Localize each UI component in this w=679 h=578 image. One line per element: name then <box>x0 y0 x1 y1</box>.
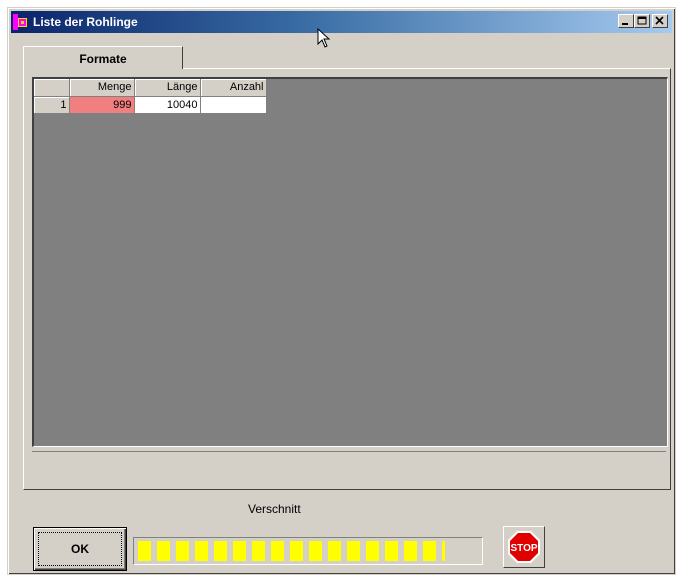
app-icon <box>13 14 29 30</box>
close-button[interactable] <box>652 14 668 28</box>
column-header-anzahl[interactable]: Anzahl <box>200 79 267 97</box>
progress-segment <box>252 541 265 561</box>
ok-button[interactable]: OK <box>33 527 127 571</box>
progress-segment <box>138 541 151 561</box>
data-grid[interactable]: Menge Länge Anzahl 1 999 10040 <box>32 77 668 447</box>
row-index-cell[interactable]: 1 <box>34 96 70 114</box>
cell-laenge[interactable]: 10040 <box>134 96 201 114</box>
stop-sign-text: STOP <box>510 543 537 554</box>
progress-segment <box>157 541 170 561</box>
column-header-laenge[interactable]: Länge <box>134 79 201 97</box>
grid-table: Menge Länge Anzahl 1 999 10040 <box>34 79 267 114</box>
progress-segment <box>347 541 360 561</box>
progress-segment <box>442 541 445 561</box>
grid-corner-cell <box>34 79 70 97</box>
main-window: Liste der Rohlinge Formate Menge Länge A… <box>7 7 676 575</box>
progress-segment <box>328 541 341 561</box>
verschnitt-label: Verschnitt <box>248 502 301 516</box>
progress-segment <box>423 541 436 561</box>
window-title: Liste der Rohlinge <box>33 15 138 29</box>
stop-sign-icon: STOP <box>508 531 540 563</box>
progress-segment <box>233 541 246 561</box>
cell-anzahl[interactable] <box>200 96 267 114</box>
grid-header-row: Menge Länge Anzahl <box>34 79 267 97</box>
progress-segment <box>195 541 208 561</box>
progress-segment <box>385 541 398 561</box>
verschnitt-progress-bar <box>133 537 483 565</box>
progress-segment <box>309 541 322 561</box>
stop-button[interactable]: STOP <box>503 526 545 568</box>
title-bar[interactable]: Liste der Rohlinge <box>11 11 672 33</box>
tab-panel: Menge Länge Anzahl 1 999 10040 <box>23 68 671 490</box>
minimize-icon <box>622 23 628 25</box>
maximize-button[interactable] <box>634 14 650 28</box>
tab-formate[interactable]: Formate <box>23 46 183 69</box>
progress-segment <box>176 541 189 561</box>
progress-segment <box>214 541 227 561</box>
table-row: 1 999 10040 <box>34 96 267 114</box>
mouse-cursor-icon <box>317 28 331 48</box>
cell-menge[interactable]: 999 <box>69 96 135 114</box>
progress-segment <box>271 541 284 561</box>
maximize-icon <box>637 16 647 25</box>
ok-button-label: OK <box>71 542 89 556</box>
progress-segment <box>404 541 417 561</box>
close-icon <box>655 16 664 25</box>
minimize-button[interactable] <box>618 14 634 28</box>
column-header-menge[interactable]: Menge <box>69 79 135 97</box>
progress-segment <box>366 541 379 561</box>
tab-formate-label: Formate <box>79 52 127 66</box>
panel-footer <box>32 451 666 486</box>
progress-segment <box>290 541 303 561</box>
